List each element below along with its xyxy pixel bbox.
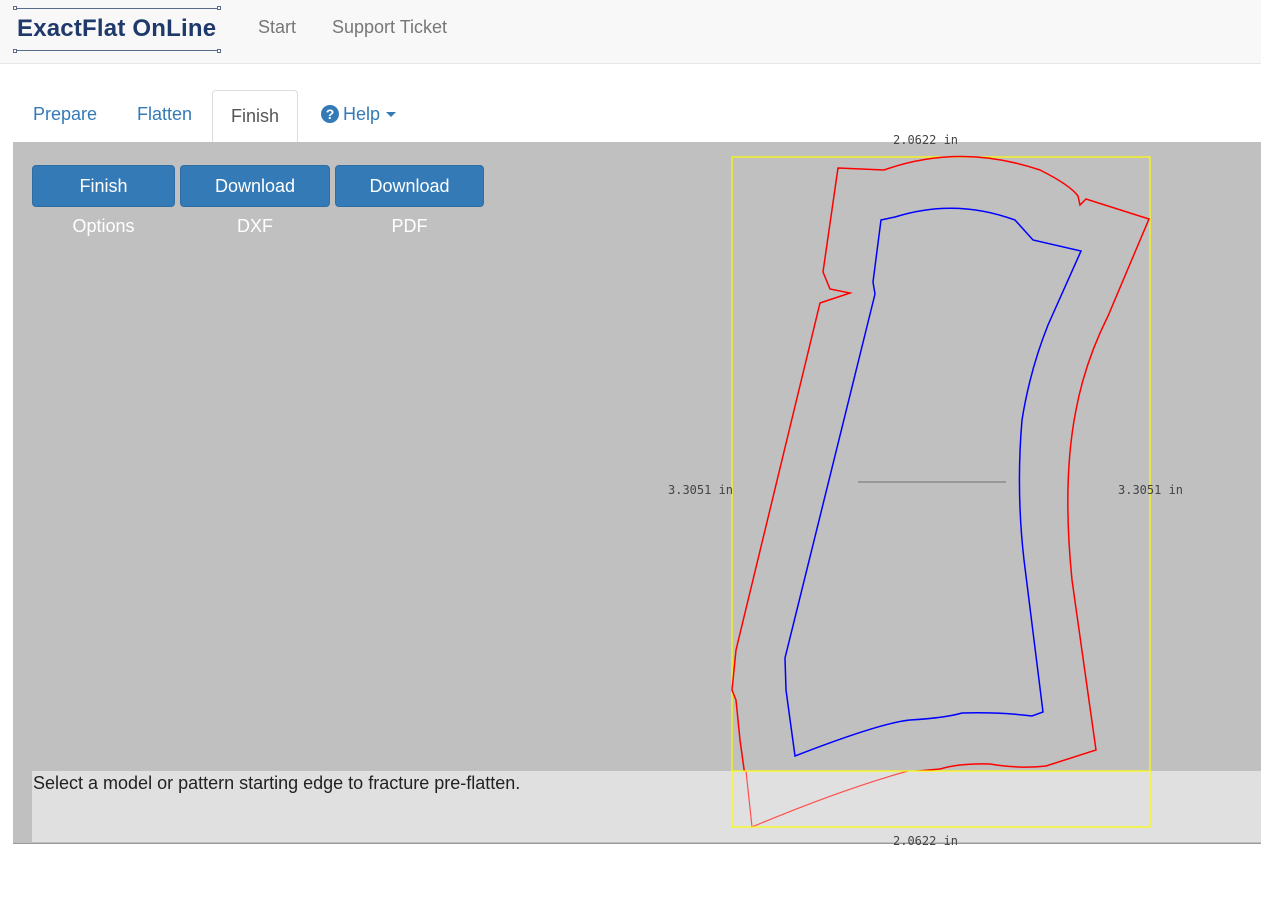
dimension-right: 3.3051 in bbox=[1118, 483, 1183, 497]
download-dxf-button[interactable]: Download DXF bbox=[180, 165, 330, 236]
dimension-top: 2.0622 in bbox=[893, 133, 958, 147]
dimension-left: 3.3051 in bbox=[668, 483, 733, 497]
bounding-box bbox=[731, 156, 1151, 828]
status-message: Select a model or pattern starting edge … bbox=[32, 771, 1261, 842]
finish-options-button[interactable]: Finish Options bbox=[32, 165, 175, 236]
download-pdf-button[interactable]: Download PDF bbox=[335, 165, 484, 236]
outer-pattern-outline bbox=[731, 155, 1151, 829]
pattern-canvas[interactable]: 2.0622 in 3.3051 in 3.3051 in bbox=[0, 0, 1261, 899]
